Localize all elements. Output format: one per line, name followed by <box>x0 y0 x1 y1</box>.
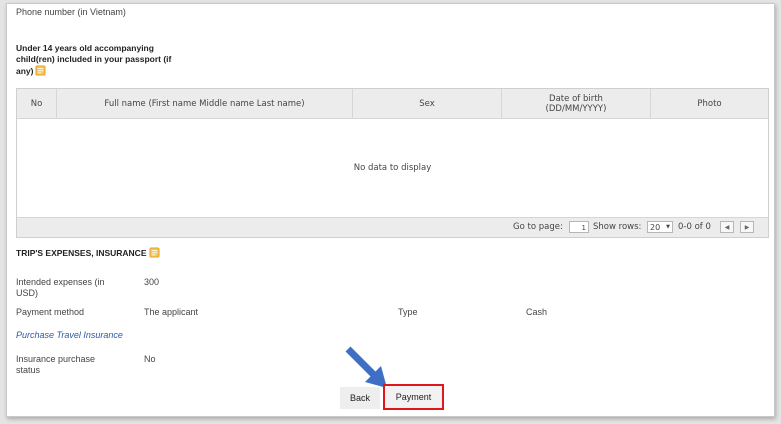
table-pager: Go to page: 1 Show rows: 20 ▼ 0-0 of 0 ◀… <box>17 217 768 237</box>
payment-button[interactable]: Payment <box>383 384 444 410</box>
page-frame: Phone number (in Vietnam) Under 14 years… <box>6 3 775 417</box>
rows-per-page-select[interactable]: 20 ▼ <box>647 221 673 233</box>
children-table: No Full name (First name Middle name Las… <box>16 88 769 238</box>
insurance-status-label: Insurance purchase status <box>16 354 96 375</box>
page-range-text: 0-0 of 0 <box>678 222 711 232</box>
column-header-no[interactable]: No <box>17 89 57 118</box>
insurance-status-value: No <box>144 354 156 364</box>
note-icon[interactable] <box>148 247 160 258</box>
column-header-sex[interactable]: Sex <box>353 89 502 118</box>
next-page-button[interactable]: ▶ <box>740 221 754 233</box>
expenses-section-title-text: TRIP'S EXPENSES, INSURANCE <box>16 248 147 258</box>
purchase-travel-insurance-link[interactable]: Purchase Travel Insurance <box>16 330 123 340</box>
type-value: Cash <box>526 307 548 317</box>
type-label: Type <box>398 307 418 317</box>
show-rows-label: Show rows: <box>593 222 642 232</box>
phone-number-label: Phone number (in Vietnam) <box>16 7 126 17</box>
chevron-down-icon: ▼ <box>666 224 670 230</box>
payment-method-label: Payment method <box>16 307 85 317</box>
expenses-section-title: TRIP'S EXPENSES, INSURANCE <box>16 247 160 258</box>
payment-method-value: The applicant <box>144 307 199 317</box>
prev-page-button[interactable]: ◀ <box>720 221 734 233</box>
intended-expenses-value: 300 <box>144 277 160 287</box>
table-header: No Full name (First name Middle name Las… <box>17 89 768 119</box>
intended-expenses-label: Intended expenses (in USD) <box>16 277 105 298</box>
children-label: Under 14 years old accompanying child(re… <box>16 43 184 77</box>
column-header-photo[interactable]: Photo <box>651 89 768 118</box>
column-header-dob[interactable]: Date of birth (DD/MM/YYYY) <box>502 89 651 118</box>
column-header-full-name[interactable]: Full name (First name Middle name Last n… <box>57 89 353 118</box>
note-icon[interactable] <box>35 65 47 76</box>
empty-table-message: No data to display <box>353 163 432 173</box>
chevron-right-icon: ▶ <box>744 224 750 231</box>
chevron-left-icon: ◀ <box>724 224 730 231</box>
goto-page-label: Go to page: <box>513 222 563 232</box>
rows-per-page-value: 20 <box>650 223 661 232</box>
page-number-input[interactable]: 1 <box>569 221 589 233</box>
back-button[interactable]: Back <box>340 387 380 409</box>
